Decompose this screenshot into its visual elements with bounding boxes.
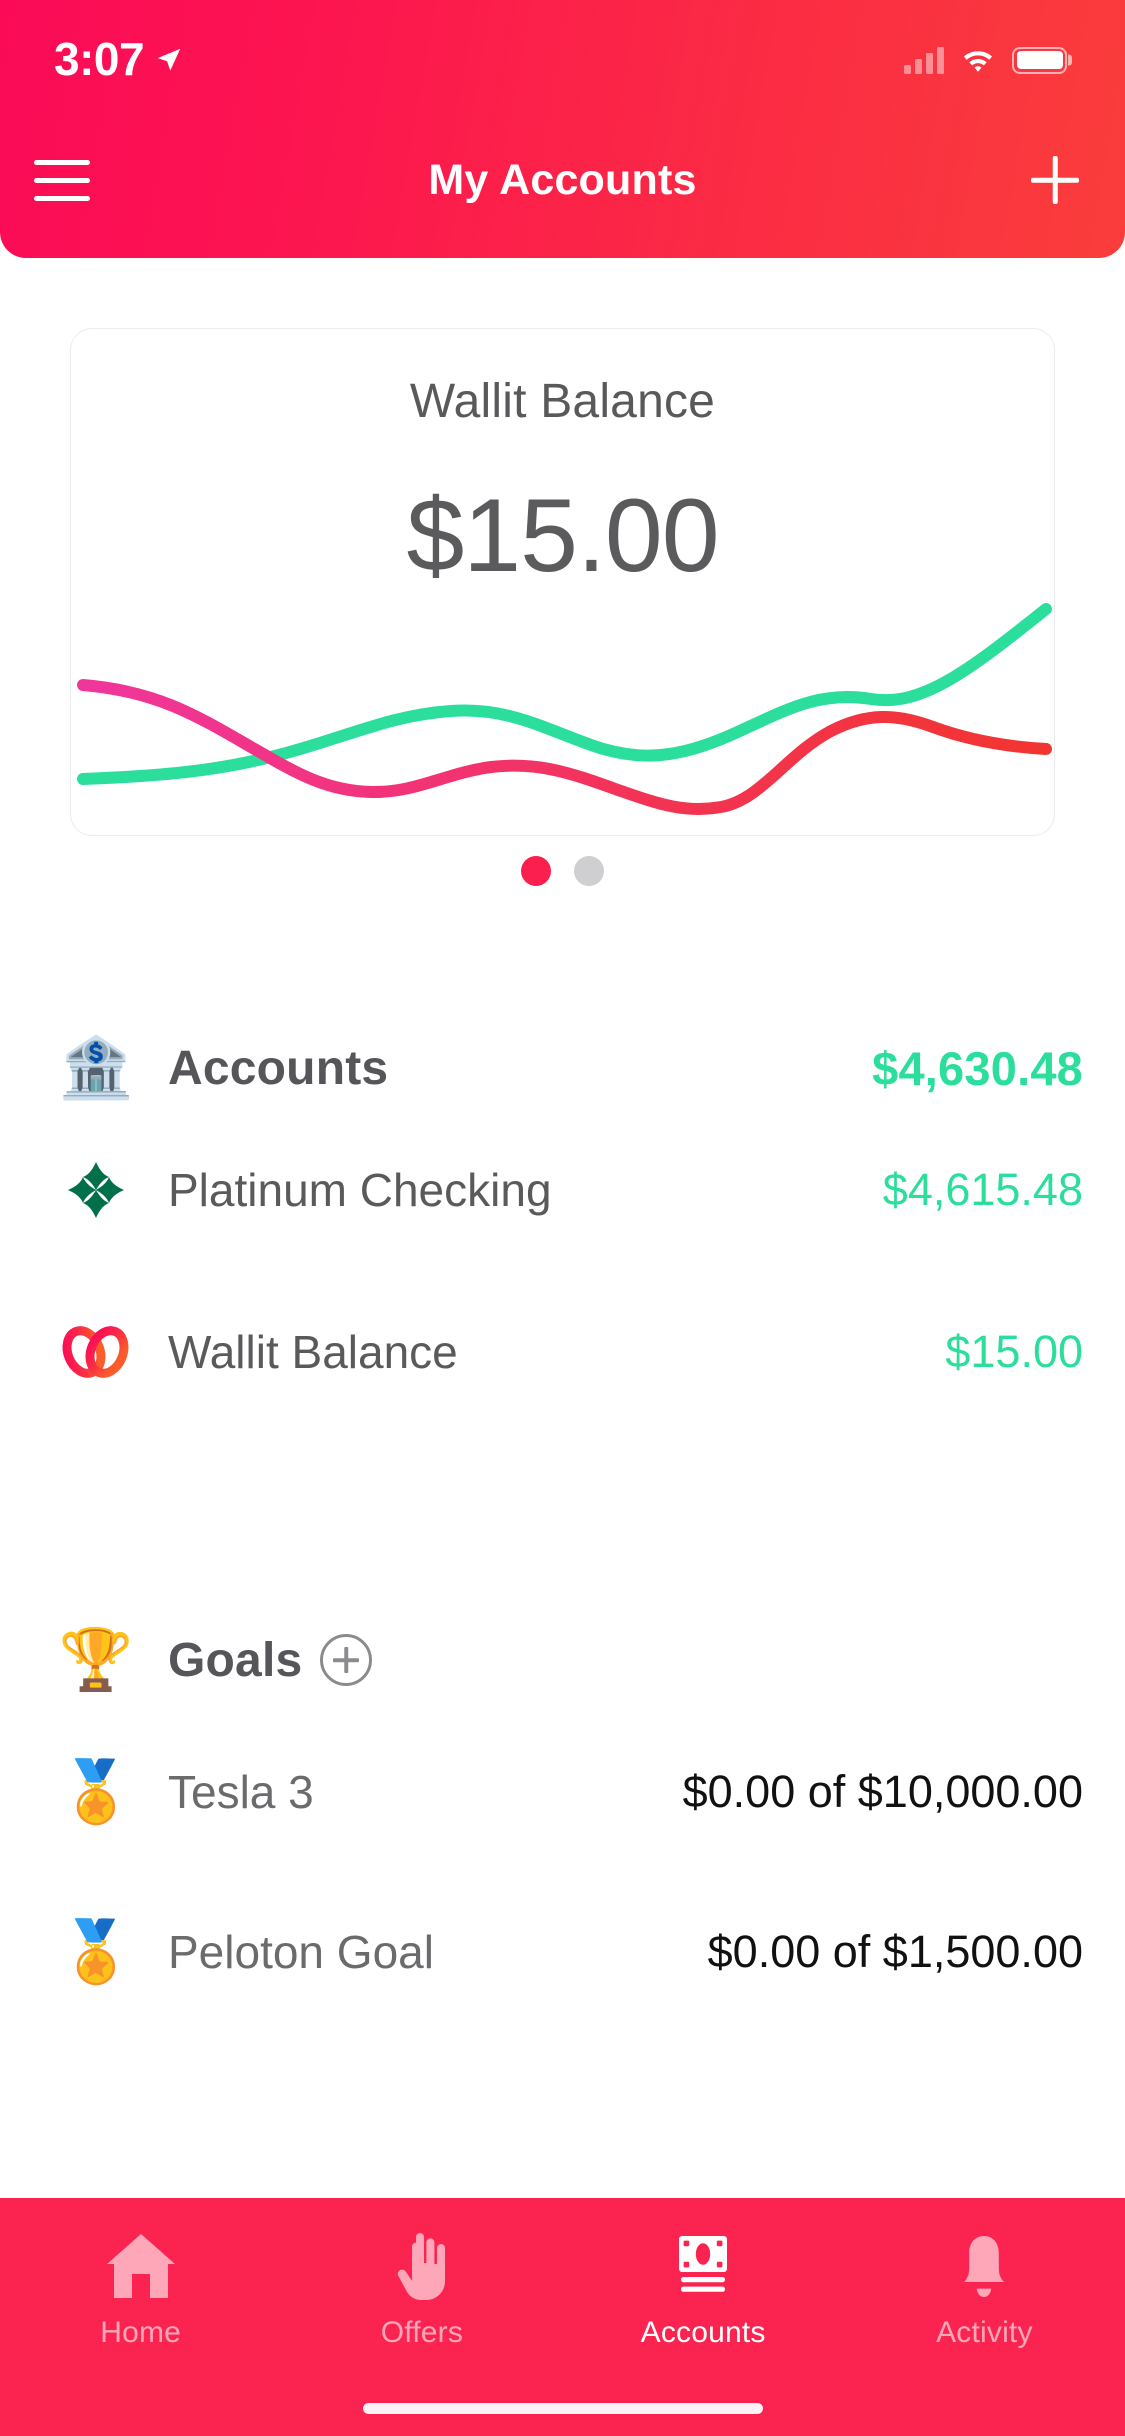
sports-medal-emoji: 🏅	[58, 1758, 134, 1825]
page-title: My Accounts	[428, 155, 697, 204]
trophy-emoji: 🏆	[58, 1626, 134, 1693]
cellular-signal-icon	[904, 46, 944, 74]
tab-accounts[interactable]: Accounts	[563, 2230, 844, 2350]
status-bar-right	[904, 46, 1067, 74]
carousel-pagination[interactable]	[0, 856, 1125, 886]
tab-home[interactable]: Home	[0, 2230, 281, 2350]
account-balance: $15.00	[945, 1326, 1083, 1377]
goals-section-label: Goals	[168, 1633, 303, 1687]
accounts-section-label: Accounts	[168, 1041, 389, 1095]
account-name: Wallit Balance	[168, 1326, 458, 1378]
status-bar-left: 3:07	[54, 36, 184, 85]
hamburger-menu-icon[interactable]	[34, 156, 96, 204]
tab-activity[interactable]: Activity	[844, 2230, 1125, 2350]
goal-progress: $0.00 of $1,500.00	[707, 1926, 1083, 1977]
wallit-balance-card[interactable]: Wallit Balance $15.00	[70, 328, 1055, 836]
balance-sparkline-chart	[77, 603, 1052, 815]
wallit-logo	[52, 1322, 140, 1382]
accounts-total-value: $4,630.48	[872, 1041, 1083, 1095]
pagination-dot-active[interactable]	[521, 856, 551, 886]
goal-name: Peloton Goal	[168, 1926, 434, 1978]
tab-label: Offers	[380, 2316, 464, 2349]
location-arrow-icon	[157, 48, 181, 71]
goal-name: Tesla 3	[168, 1766, 314, 1818]
sports-medal-emoji: 🏅	[58, 1918, 134, 1985]
goals-section: 🏆 Goals 🏅 Tesla 3 $0.00 of $10,000.00 🏅 …	[0, 1612, 1125, 2000]
account-row-wallit-balance[interactable]: Wallit Balance $15.00	[0, 1304, 1125, 1400]
goal-row-peloton-goal[interactable]: 🏅 Peloton Goal $0.00 of $1,500.00	[0, 1904, 1125, 2000]
app-header: 3:07 My Accounts	[0, 0, 1125, 258]
banknote-icon	[679, 2236, 728, 2292]
card-amount: $15.00	[406, 478, 719, 594]
battery-full-icon	[1012, 46, 1067, 74]
tab-label: Home	[100, 2316, 182, 2349]
home-icon	[106, 2234, 175, 2298]
goal-progress: $0.00 of $10,000.00	[682, 1766, 1083, 1817]
app-screen: 3:07 My Accounts Wallit Balance $15.00 🏦…	[0, 0, 1125, 2436]
status-bar-time: 3:07	[54, 32, 145, 85]
navigation-bar: My Accounts	[0, 120, 1125, 240]
wifi-icon	[963, 51, 993, 72]
tab-offers[interactable]: Offers	[281, 2230, 562, 2350]
status-bar: 3:07	[0, 0, 1125, 120]
add-account-button[interactable]	[1027, 152, 1083, 208]
account-row-platinum-checking[interactable]: Platinum Checking $4,615.48	[0, 1142, 1125, 1238]
bell-icon	[964, 2236, 1005, 2297]
bank-emoji: 🏦	[58, 1034, 134, 1101]
account-balance: $4,615.48	[882, 1164, 1083, 1215]
hand-icon	[397, 2233, 445, 2300]
tab-label: Activity	[936, 2316, 1033, 2349]
pagination-dot-inactive[interactable]	[574, 856, 604, 886]
accounts-section-header[interactable]: 🏦 Accounts $4,630.48	[0, 1020, 1125, 1116]
bbt-bank-logo	[52, 1158, 140, 1222]
goals-section-header[interactable]: 🏆 Goals	[0, 1612, 1125, 1708]
tab-label: Accounts	[640, 2316, 766, 2349]
goal-row-tesla-3[interactable]: 🏅 Tesla 3 $0.00 of $10,000.00	[0, 1744, 1125, 1840]
home-indicator	[362, 2403, 763, 2414]
account-name: Platinum Checking	[168, 1164, 552, 1216]
accounts-section: 🏦 Accounts $4,630.48 Platinum Checking $…	[0, 1020, 1125, 1400]
bottom-tab-bar: Home Offers Accounts Activity	[0, 2198, 1125, 2436]
card-title: Wallit Balance	[409, 375, 716, 428]
goals-header-label-wrap: Goals	[140, 1633, 1083, 1688]
circle-plus-icon[interactable]	[320, 1634, 373, 1686]
